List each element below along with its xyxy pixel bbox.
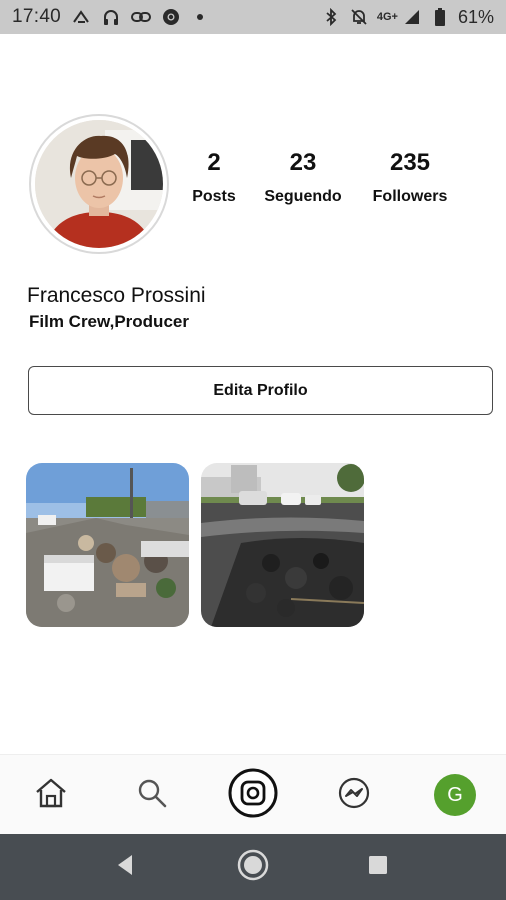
battery-icon xyxy=(430,7,450,27)
status-bar: 17:40 4G+ 61% xyxy=(0,0,506,34)
system-recents-button[interactable] xyxy=(362,851,394,883)
home-circle-icon xyxy=(237,849,269,886)
notification-dot-icon xyxy=(197,14,204,20)
nav-new-post[interactable] xyxy=(227,767,279,824)
headphones-icon xyxy=(101,7,121,27)
messenger-icon xyxy=(336,775,372,816)
post-thumbnail-trash[interactable] xyxy=(26,463,189,627)
link-icon xyxy=(131,7,152,27)
mute-icon xyxy=(349,7,369,27)
profile-name: Francesco Prossini xyxy=(27,284,206,307)
nfc-icon xyxy=(71,7,91,27)
profile-bio: Film Crew,Producer xyxy=(29,312,189,331)
profile-avatar: G xyxy=(434,774,476,816)
post-thumbnail-road[interactable] xyxy=(201,463,364,627)
system-navigation-bar xyxy=(0,834,506,900)
nav-profile[interactable]: G xyxy=(429,769,481,821)
status-bar-left: 17:40 xyxy=(12,6,204,28)
nav-search[interactable] xyxy=(126,769,178,821)
system-home-button[interactable] xyxy=(237,849,269,886)
status-bar-right: 4G+ 61% xyxy=(321,7,494,28)
profile-photo xyxy=(35,120,163,248)
home-icon xyxy=(33,775,69,816)
posts-label: Posts xyxy=(192,188,236,205)
status-time: 17:40 xyxy=(12,6,62,27)
chrome-icon xyxy=(161,7,181,27)
new-post-icon xyxy=(227,767,279,824)
following-count: 23 xyxy=(289,149,317,176)
stat-posts[interactable]: 2 Posts xyxy=(185,148,243,206)
stat-following[interactable]: 23 Seguendo xyxy=(257,148,349,206)
followers-label: Followers xyxy=(372,188,448,205)
signal-icon xyxy=(402,7,422,27)
posts-count: 2 xyxy=(207,149,221,176)
nav-messenger[interactable] xyxy=(328,769,380,821)
followers-count: 235 xyxy=(389,149,431,176)
network-type: 4G+ xyxy=(376,11,398,23)
following-label: Seguendo xyxy=(264,188,342,205)
profile-avatar-large[interactable] xyxy=(29,114,169,254)
search-icon xyxy=(136,777,168,814)
bluetooth-icon xyxy=(321,7,341,27)
bottom-navigation: G xyxy=(0,754,506,834)
battery-percent: 61% xyxy=(457,6,494,27)
back-icon xyxy=(114,853,138,882)
edit-profile-button[interactable]: Edita Profilo xyxy=(28,366,493,415)
stat-followers[interactable]: 235 Followers xyxy=(366,148,454,206)
nav-home[interactable] xyxy=(25,769,77,821)
system-back-button[interactable] xyxy=(110,851,142,883)
recents-icon xyxy=(366,853,390,882)
